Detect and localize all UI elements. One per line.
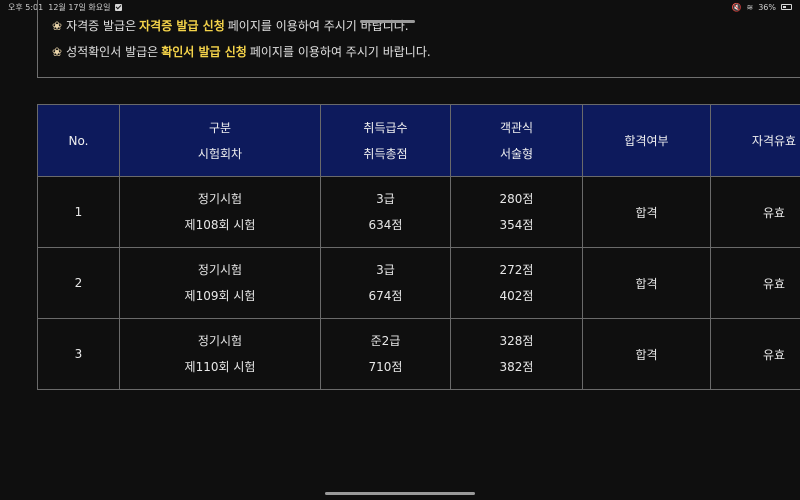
header-grade-total: 취득급수 취득총점 (320, 104, 451, 177)
header-line: 객관식 (499, 120, 534, 135)
cell-category-session: 정기시험 제110회 시험 (119, 318, 321, 390)
header-category-session: 구분 시험회차 (119, 104, 321, 177)
notice-certificate: ❀ 자격증 발급은 자격증 발급 신청 페이지를 이용하여 주시기 바랍니다. (52, 17, 409, 34)
table-row: 3 정기시험 제110회 시험 준2급 710점 328점 382점 합격 유효 (37, 318, 800, 390)
header-validity: 자격유효 (710, 104, 800, 177)
certificate-link[interactable]: 자격증 발급 신청 (139, 17, 225, 34)
header-pass-status: 합격여부 (582, 104, 711, 177)
cell-grade-total: 3급 634점 (320, 176, 451, 248)
header-line: 서술형 (499, 146, 534, 161)
home-gesture-bar[interactable] (325, 492, 475, 495)
cell-pass-status: 합격 (582, 247, 711, 319)
cell-validity: 유효 (710, 176, 800, 248)
cell-no: 2 (37, 247, 120, 319)
header-line: 구분 (208, 120, 232, 135)
cell-no: 1 (37, 176, 120, 248)
cell-grade-total: 3급 674점 (320, 247, 451, 319)
cell-objective-essay: 280점 354점 (450, 176, 583, 248)
header-objective-essay: 객관식 서술형 (450, 104, 583, 177)
table-row: 2 정기시험 제109회 시험 3급 674점 272점 402점 합격 유효 (37, 247, 800, 319)
notice-prefix: 성적확인서 발급은 (66, 45, 159, 59)
cell-pass-status: 합격 (582, 318, 711, 390)
score-report-link[interactable]: 확인서 발급 신청 (161, 43, 247, 60)
cell-grade-total: 준2급 710점 (320, 318, 451, 390)
flower-bullet-icon: ❀ (52, 44, 63, 59)
cell-category-session: 정기시험 제108회 시험 (119, 176, 321, 248)
header-line: 취득총점 (363, 146, 408, 161)
exam-results-table: No. 구분 시험회차 취득급수 취득총점 객관식 서술형 합격여부 자격유효 … (37, 104, 800, 390)
cell-pass-status: 합격 (582, 176, 711, 248)
cell-category-session: 정기시험 제109회 시험 (119, 247, 321, 319)
notice-box (37, 0, 800, 78)
flower-bullet-icon: ❀ (52, 18, 63, 33)
cell-validity: 유효 (710, 247, 800, 319)
header-no: No. (37, 104, 120, 177)
scrollbar-thumb[interactable] (360, 20, 415, 23)
notice-score-report: ❀ 성적확인서 발급은 확인서 발급 신청 페이지를 이용하여 주시기 바랍니다… (52, 43, 431, 60)
cell-objective-essay: 272점 402점 (450, 247, 583, 319)
notice-suffix: 페이지를 이용하여 주시기 바랍니다. (249, 45, 431, 59)
table-row: 1 정기시험 제108회 시험 3급 634점 280점 354점 합격 유효 (37, 176, 800, 248)
table-header-row: No. 구분 시험회차 취득급수 취득총점 객관식 서술형 합격여부 자격유효 (37, 104, 800, 177)
header-line: 취득급수 (363, 120, 408, 135)
cell-no: 3 (37, 318, 120, 390)
cell-validity: 유효 (710, 318, 800, 390)
notice-prefix: 자격증 발급은 (66, 19, 137, 33)
cell-objective-essay: 328점 382점 (450, 318, 583, 390)
header-line: 시험회차 (197, 146, 243, 161)
